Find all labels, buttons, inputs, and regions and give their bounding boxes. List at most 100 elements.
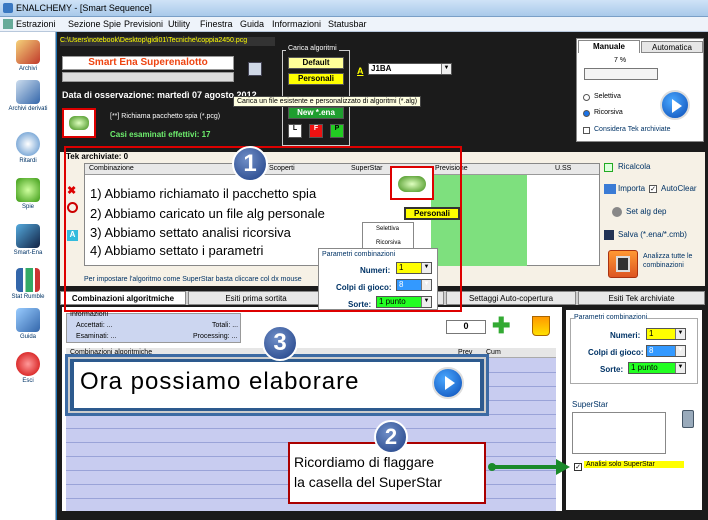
capsule-icon xyxy=(16,178,40,202)
considera-checkbox[interactable] xyxy=(583,127,590,134)
menu-finestra[interactable]: Finestra xyxy=(200,19,233,29)
radio-selettiva[interactable] xyxy=(583,94,590,101)
sorte-label: Sorte: xyxy=(600,365,624,374)
params-title: Parametri combinazioni xyxy=(574,314,648,321)
scrollbar[interactable] xyxy=(62,72,234,82)
menu-informazioni[interactable]: Informazioni xyxy=(272,19,321,29)
mini-colpi-label: Colpi di gioco: xyxy=(336,283,392,292)
default-button[interactable]: Default xyxy=(288,57,344,69)
importa-button[interactable]: Importa xyxy=(618,184,645,193)
menu-statusbar[interactable]: Statusbar xyxy=(328,19,367,29)
add-icon[interactable]: ✚ xyxy=(492,315,510,337)
col-uss: U.SS xyxy=(555,165,572,172)
colpi-label: Colpi di gioco: xyxy=(588,348,644,357)
info-title: Informazioni xyxy=(70,311,109,318)
progress-slider[interactable] xyxy=(584,68,658,80)
menu-previsioni[interactable]: Previsioni xyxy=(124,19,163,29)
mini-params-title: Parametri combinazioni xyxy=(322,251,396,258)
sidebar-item-ritardi[interactable]: Ritardi xyxy=(0,132,56,164)
play-button[interactable] xyxy=(660,90,690,120)
mini-colpi-select: 8 ▼ xyxy=(396,279,432,291)
sidebar-item-guida[interactable]: Guida xyxy=(0,308,56,340)
mini-sorte-label: Sorte: xyxy=(348,300,372,309)
setalg-button[interactable]: Set alg dep xyxy=(626,207,666,216)
analisi-label: Analisi solo SuperStar xyxy=(584,461,684,468)
step-4: 4) Abbiamo settato i parametri xyxy=(90,243,264,258)
menu-icon[interactable] xyxy=(3,19,13,29)
ricalcola-button[interactable]: Ricalcola xyxy=(618,162,650,171)
process-callout-text: Ora possiamo elaborare xyxy=(80,368,360,395)
p-button[interactable]: P xyxy=(330,124,344,138)
personali-button[interactable]: Personali xyxy=(288,73,344,85)
numeri-select[interactable]: 1 ▼ xyxy=(646,328,686,340)
sorte-select[interactable]: 1 punto ▼ xyxy=(628,362,686,374)
analisi-checkbox[interactable]: ✓ xyxy=(574,463,582,471)
new-ena-button[interactable]: New *.ena xyxy=(288,107,344,119)
arrow-head-icon xyxy=(556,459,570,475)
tab-esiti-tek[interactable]: Esiti Tek archiviate xyxy=(578,291,705,305)
calculator-button[interactable] xyxy=(608,250,638,278)
floppy-icon xyxy=(604,230,614,240)
chart-icon xyxy=(16,268,40,292)
capsule-icon xyxy=(69,116,89,130)
arrow-dot xyxy=(488,463,496,471)
menu-bar: Estrazioni Sezione Spie Previsioni Utili… xyxy=(0,17,708,32)
process-play-button[interactable] xyxy=(432,367,464,399)
tab-automatica[interactable]: Automatica xyxy=(641,41,703,53)
document-icon xyxy=(16,80,40,104)
l-button[interactable]: L xyxy=(288,124,302,138)
menu-sezione-spie[interactable]: Sezione Spie xyxy=(68,19,121,29)
sidebar: Archivi Archivi derivati Ritardi Spie Sm… xyxy=(0,32,56,520)
menu-estrazioni[interactable]: Estrazioni xyxy=(16,19,56,29)
salva-button[interactable]: Salva (*.ena/*.cmb) xyxy=(618,230,687,239)
file-path: C:\Users\notebook\Desktop\gidi01\Tecnich… xyxy=(60,37,275,46)
tab-manuale[interactable]: Manuale xyxy=(578,40,640,53)
sidebar-item-spie[interactable]: Spie xyxy=(0,178,56,210)
mini-numeri-label: Numeri: xyxy=(360,266,391,275)
step-badge-1: 1 xyxy=(232,146,268,182)
game-title-box: Smart Ena Superenalotto xyxy=(62,56,234,70)
mini-numeri-select: 1 ▼ xyxy=(396,262,432,274)
opt-selettiva: Selettiva xyxy=(594,93,621,100)
autoclear-checkbox[interactable]: ✓ xyxy=(649,185,657,193)
import-icon[interactable] xyxy=(604,184,616,194)
radio-ricorsiva[interactable] xyxy=(583,110,590,117)
superstar-field[interactable] xyxy=(572,412,666,454)
tab-settaggi[interactable]: Settaggi Auto-copertura xyxy=(446,291,576,305)
observation-date: Data di osservazione: martedì 07 agosto … xyxy=(62,90,257,100)
sidebar-item-archivi[interactable]: Archivi xyxy=(0,40,56,72)
pencil-icon xyxy=(16,40,40,64)
ricalcola-icon[interactable] xyxy=(604,163,613,172)
info-accettati: Accettati: ... xyxy=(76,322,113,329)
pcg-label: [**] Richiama pacchetto spia (*.pcg) xyxy=(110,113,221,120)
chevron-down-icon: ▼ xyxy=(441,64,451,74)
superstar-title: SuperStar xyxy=(572,400,609,409)
info-processing: Processing: ... xyxy=(193,333,238,340)
sidebar-item-stat-rumble[interactable]: Stat Rumble xyxy=(0,268,56,300)
steps-capsule-button xyxy=(390,166,434,200)
trash-icon[interactable] xyxy=(532,316,550,336)
pcg-button[interactable] xyxy=(62,108,96,138)
step-badge-3: 3 xyxy=(262,325,298,361)
save-icon[interactable] xyxy=(248,62,262,76)
colpi-select[interactable]: 8 ▼ xyxy=(646,345,686,357)
steps-personali: Personali xyxy=(404,207,460,220)
a-label: A xyxy=(357,66,364,76)
arrow-line xyxy=(492,465,558,469)
step-3: 3) Abbiamo settato analisi ricorsiva xyxy=(90,225,291,240)
clock-icon xyxy=(16,132,40,156)
menu-guida[interactable]: Guida xyxy=(240,19,264,29)
sidebar-item-smart-ena[interactable]: Smart-Ena xyxy=(0,224,56,256)
percent-label: 7 % xyxy=(614,57,627,64)
considera-label: Considera Tek archiviate xyxy=(594,126,671,133)
window-title: ENALCHEMY - [Smart Sequence] xyxy=(16,3,152,13)
sidebar-item-esci[interactable]: Esci xyxy=(0,352,56,384)
f-button[interactable]: F xyxy=(309,124,323,138)
gear-icon xyxy=(612,207,622,217)
superstar-callout-line1: Ricordiamo di flaggare xyxy=(294,454,435,470)
col-prev: Prev xyxy=(458,349,473,356)
sidebar-item-archivi-derivati[interactable]: Archivi derivati xyxy=(0,80,56,112)
phone-icon[interactable] xyxy=(682,410,694,428)
menu-utility[interactable]: Utility xyxy=(168,19,190,29)
algorithm-select[interactable]: J1BA ▼ xyxy=(368,63,452,75)
